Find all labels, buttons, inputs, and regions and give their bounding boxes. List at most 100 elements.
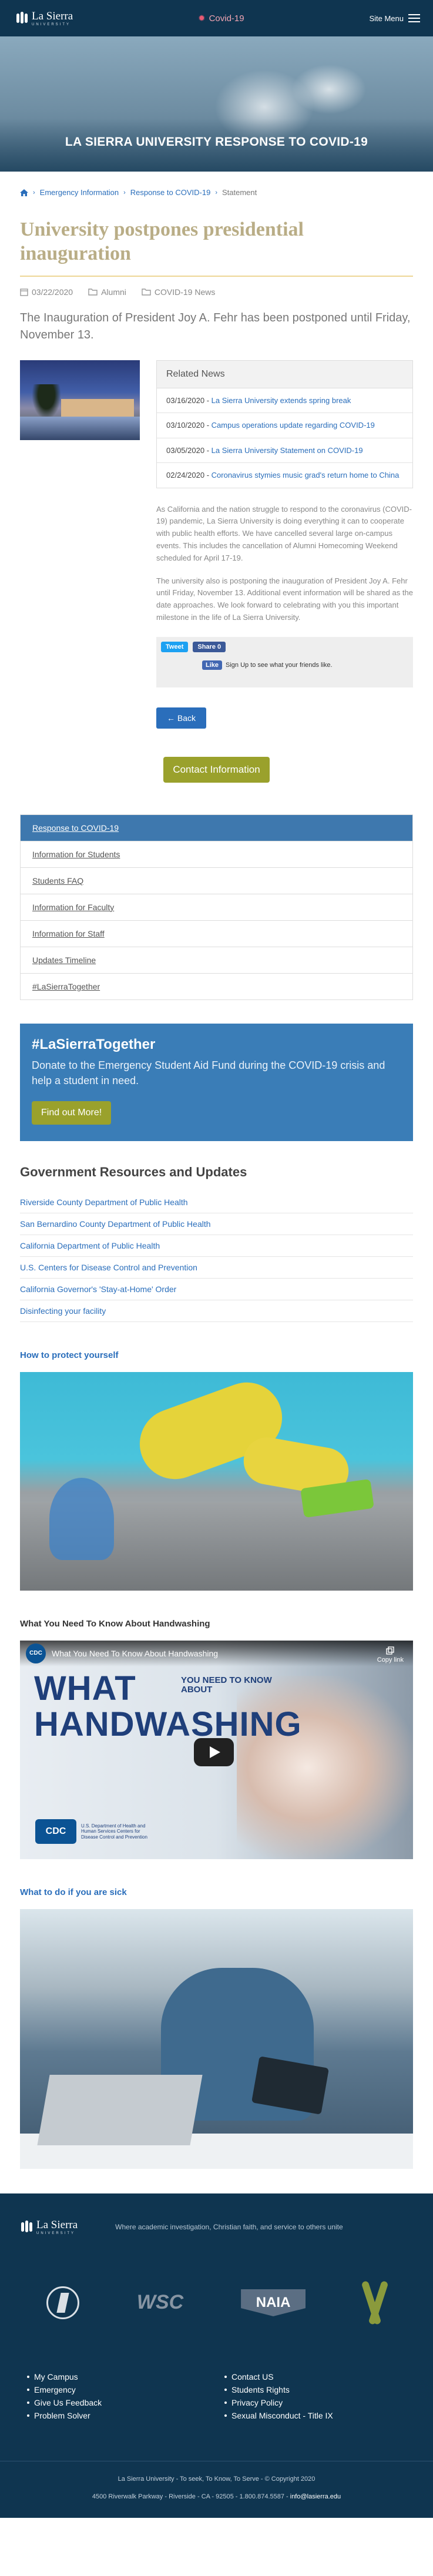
breadcrumb-response-covid[interactable]: Response to COVID-19 xyxy=(130,188,211,197)
site-footer: La Sierra UNIVERSITY Where academic inve… xyxy=(0,2193,433,2518)
related-news-item: 03/05/2020 - La Sierra University Statem… xyxy=(157,438,412,464)
resource-link[interactable]: San Bernardino County Department of Publ… xyxy=(20,1219,211,1229)
wasc-logo[interactable]: WSC xyxy=(137,2291,183,2314)
footer-link-problem-solver[interactable]: Problem Solver xyxy=(27,2409,224,2422)
chevron-right-icon: › xyxy=(215,189,217,196)
ribbon-icon[interactable] xyxy=(363,2280,387,2325)
subnav-item-response[interactable]: Response to COVID-19 xyxy=(21,814,412,841)
related-news-link[interactable]: La Sierra University extends spring brea… xyxy=(212,396,351,405)
related-news-link[interactable]: Coronavirus stymies music grad's return … xyxy=(212,471,400,479)
healthcare-worker-photo xyxy=(20,1908,413,2169)
title-divider xyxy=(20,275,413,277)
related-news-link[interactable]: Campus operations update regarding COVID… xyxy=(212,421,375,430)
article-paragraph: As California and the nation struggle to… xyxy=(156,504,412,562)
related-news-link[interactable]: La Sierra University Statement on COVID-… xyxy=(212,446,363,455)
related-news-heading: Related News xyxy=(157,360,412,388)
resource-link[interactable]: California Governor's 'Stay-at-Home' Ord… xyxy=(20,1284,176,1294)
facebook-like-button[interactable]: Like xyxy=(202,660,223,670)
resource-link[interactable]: U.S. Centers for Disease Control and Pre… xyxy=(20,1263,197,1272)
article-body: Related News 03/16/2020 - La Sierra Univ… xyxy=(0,344,433,729)
footer-mission: Where academic investigation, Christian … xyxy=(115,2223,343,2232)
subnav-item-together[interactable]: #LaSierraTogether xyxy=(21,974,412,999)
footer-link-title-ix[interactable]: Sexual Misconduct - Title IX xyxy=(224,2409,422,2422)
logo-subtitle: UNIVERSITY xyxy=(32,22,71,26)
resources-heading: Government Resources and Updates xyxy=(20,1164,247,1179)
university-logo[interactable]: La Sierra UNIVERSITY xyxy=(15,11,73,26)
footer-tagline: La Sierra University - To seek, To Know,… xyxy=(118,2475,315,2483)
logo-mark-icon xyxy=(20,2221,33,2233)
donation-promo: #LaSierraTogether Donate to the Emergenc… xyxy=(20,1023,413,1141)
footer-link-emergency[interactable]: Emergency xyxy=(27,2383,224,2396)
resource-link[interactable]: Disinfecting your facility xyxy=(20,1306,106,1316)
list-item: Disinfecting your facility xyxy=(20,1300,413,1322)
find-out-more-button[interactable]: Find out More! xyxy=(32,1101,112,1125)
footer-link-my-campus[interactable]: My Campus xyxy=(27,2370,224,2383)
footer-link-contact[interactable]: Contact US xyxy=(224,2370,422,2383)
site-menu-button[interactable]: Site Menu xyxy=(369,14,420,23)
category-alumni[interactable]: Alumni xyxy=(88,287,126,297)
subnav-item-staff[interactable]: Information for Staff xyxy=(21,921,412,947)
promo-text: Donate to the Emergency Student Aid Fund… xyxy=(32,1059,385,1086)
article-date: 03/22/2020 xyxy=(20,287,73,297)
related-news-panel: Related News 03/16/2020 - La Sierra Univ… xyxy=(156,360,413,488)
folder-icon xyxy=(88,288,98,296)
resource-link[interactable]: Riverside County Department of Public He… xyxy=(20,1198,188,1207)
cdc-logo: CDC xyxy=(35,1819,76,1844)
cdc-logo-block: CDC U.S. Department of Health and Human … xyxy=(35,1819,152,1844)
handwashing-video[interactable]: CDC What You Need To Know About Handwash… xyxy=(20,1640,413,1859)
footer-address: 4500 Riverwalk Parkway - Riverside - CA … xyxy=(92,2493,341,2500)
category-covid-news[interactable]: COVID-19 News xyxy=(142,287,215,297)
play-button[interactable] xyxy=(194,1738,234,1766)
footer-links: My Campus Emergency Give Us Feedback Pro… xyxy=(0,2329,433,2422)
related-news-item: 02/24/2020 - Coronavirus stymies music g… xyxy=(157,463,412,488)
covid-subnav: Response to COVID-19 Information for Stu… xyxy=(20,814,413,1000)
footer-link-feedback[interactable]: Give Us Feedback xyxy=(27,2396,224,2409)
resource-link[interactable]: California Department of Public Health xyxy=(20,1241,160,1250)
breadcrumb-emergency-information[interactable]: Emergency Information xyxy=(40,188,119,197)
subnav-item-students[interactable]: Information for Students xyxy=(21,841,412,868)
subnav-item-timeline[interactable]: Updates Timeline xyxy=(21,947,412,974)
covid-link-label: Covid-19 xyxy=(209,13,244,24)
footer-link-privacy[interactable]: Privacy Policy xyxy=(224,2396,422,2409)
hamburger-icon xyxy=(408,14,420,22)
sda-church-logo[interactable] xyxy=(46,2286,79,2319)
cdc-channel-avatar[interactable]: CDC xyxy=(26,1643,46,1663)
virus-icon: ✹ xyxy=(198,14,206,24)
footer-email-link[interactable]: info@lasierra.edu xyxy=(290,2493,341,2500)
hero-title: LA SIERRA UNIVERSITY RESPONSE TO COVID-1… xyxy=(65,135,368,149)
logo-mark-icon xyxy=(15,12,28,25)
resources-list: Riverside County Department of Public He… xyxy=(20,1192,413,1322)
handwashing-heading: What You Need To Know About Handwashing xyxy=(20,1618,210,1629)
related-news-item: 03/16/2020 - La Sierra University extend… xyxy=(157,388,412,414)
facebook-share-button[interactable]: Share 0 xyxy=(193,641,226,652)
list-item: California Governor's 'Stay-at-Home' Ord… xyxy=(20,1279,413,1300)
footer-logo[interactable]: La Sierra UNIVERSITY xyxy=(20,2219,78,2235)
cdc-agency-text: U.S. Department of Health and Human Serv… xyxy=(81,1823,147,1840)
cleaning-photo xyxy=(20,1371,413,1591)
contact-information-button[interactable]: Contact Information xyxy=(163,756,270,783)
covid-19-link[interactable]: ✹ Covid-19 xyxy=(198,13,244,24)
related-news-item: 03/10/2020 - Campus operations update re… xyxy=(157,413,412,438)
back-button[interactable]: ← Back xyxy=(156,707,207,729)
tweet-button[interactable]: Tweet xyxy=(161,641,189,652)
footer-link-students-rights[interactable]: Students Rights xyxy=(224,2383,422,2396)
subnav-item-students-faq[interactable]: Students FAQ xyxy=(21,868,412,894)
video-thumbnail-text: WHAT YOU NEED TO KNOW ABOUT HANDWASHING xyxy=(34,1669,302,1743)
video-title[interactable]: What You Need To Know About Handwashing xyxy=(52,1649,218,1658)
logo-name: La Sierra xyxy=(32,9,73,22)
copy-icon xyxy=(386,1646,395,1655)
breadcrumb: › Emergency Information › Response to CO… xyxy=(0,172,433,197)
naia-logo[interactable]: NAIA xyxy=(241,2289,306,2316)
copy-link-button[interactable]: Copy link xyxy=(377,1646,404,1663)
footer-bottom: La Sierra University - To seek, To Know,… xyxy=(0,2460,433,2518)
top-navigation-bar: La Sierra UNIVERSITY ✹ Covid-19 Site Men… xyxy=(0,0,433,36)
list-item: U.S. Centers for Disease Control and Pre… xyxy=(20,1257,413,1279)
subnav-item-faculty[interactable]: Information for Faculty xyxy=(21,894,412,921)
article-meta: 03/22/2020 Alumni COVID-19 News xyxy=(0,277,433,297)
folder-icon xyxy=(142,288,151,296)
page-title: University postpones presidential inaugu… xyxy=(20,219,304,264)
home-icon[interactable] xyxy=(20,189,28,196)
list-item: Riverside County Department of Public He… xyxy=(20,1192,413,1213)
hero-banner: LA SIERRA UNIVERSITY RESPONSE TO COVID-1… xyxy=(0,36,433,172)
list-item: San Bernardino County Department of Publ… xyxy=(20,1213,413,1235)
